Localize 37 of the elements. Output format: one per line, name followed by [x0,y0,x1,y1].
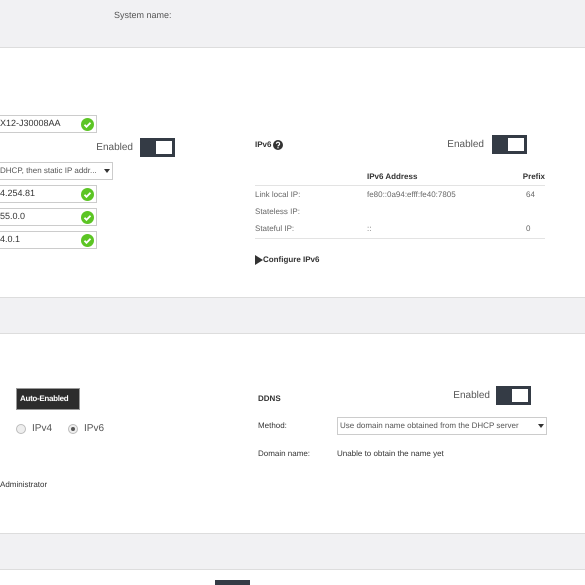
configure-link[interactable]: Configure IPv6 [263,254,320,266]
user-name: Administrator [0,479,48,491]
row-label: Stateless IP: [255,206,301,218]
column-header: Prefix [522,171,545,183]
radio-button[interactable] [16,424,26,434]
radio-label: IPv6 [84,422,104,436]
toggle-label: Enabled [96,141,133,155]
field-label: Domain name: [258,448,312,460]
section-title: IPv6 [255,138,272,150]
radio-button[interactable] [68,424,78,434]
mode-dropdown[interactable]: DHCP, then static IP addr... [0,162,113,180]
system-name-label: System name: [114,9,172,22]
text-field[interactable]: X12-J30008AA [0,115,97,133]
toggle-label: Enabled [447,138,484,152]
toggle-switch[interactable] [496,386,531,405]
text-field[interactable]: 4.0.1 [0,231,97,249]
caret-icon [538,424,544,428]
section-title: DDNS [258,392,281,404]
row-label: Link local IP: [255,188,302,200]
toggle-label: Enabled [453,389,490,403]
toggle-switch[interactable] [140,138,175,157]
row-label: Stateful IP: [255,223,296,235]
column-header: IPv6 Address [367,171,418,183]
help-icon[interactable] [273,140,284,150]
table-cell: fe80::0a94:efff:fe40:7805 [367,190,456,198]
domain-value: Unable to obtain the name yet [337,448,444,460]
table-cell: 64 [526,188,535,200]
method-dropdown[interactable]: Use domain name obtained from the DHCP server [337,417,547,435]
text-field[interactable]: 55.0.0 [0,208,97,226]
caret-icon [104,169,110,173]
text-field[interactable]: 4.254.81 [0,185,97,203]
table-cell: :: [367,224,372,233]
status-label: Auto-Enabled [17,389,79,409]
field-label: Method: [258,420,288,432]
radio-label: IPv4 [32,422,52,436]
toggle-switch[interactable] [492,135,527,154]
table-cell: 0 [526,223,530,235]
